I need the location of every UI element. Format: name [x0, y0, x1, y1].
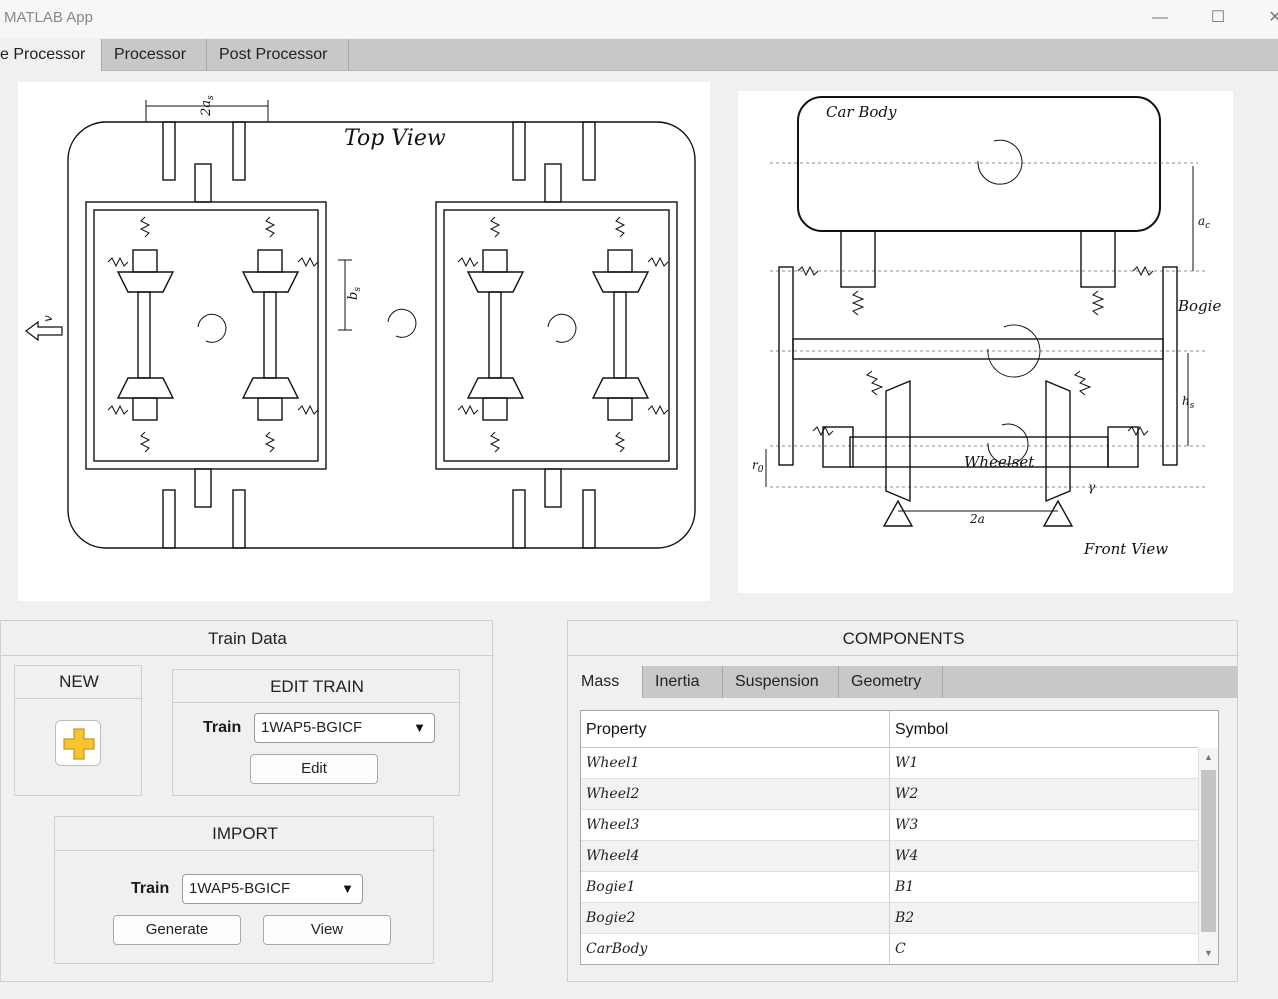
- tab-geometry[interactable]: Geometry: [839, 666, 943, 698]
- cell-property: Bogie2: [586, 910, 636, 926]
- dim-ac-label: ac: [1198, 214, 1210, 231]
- column-divider: [889, 748, 890, 779]
- divider: [173, 702, 461, 703]
- cell-symbol: C: [895, 941, 906, 957]
- dropdown-arrow-icon: ▼: [413, 720, 426, 735]
- generate-button[interactable]: Generate: [113, 915, 241, 945]
- table-header: Property Symbol: [581, 711, 1198, 748]
- column-divider: [889, 903, 890, 934]
- import-panel: IMPORT Train 1WAP5-BGICF ▼ Generate View: [54, 816, 435, 964]
- tab-suspension[interactable]: Suspension: [723, 666, 839, 698]
- bogie-label: Bogie: [1177, 297, 1221, 315]
- new-train-button[interactable]: [55, 720, 101, 766]
- plus-icon: [63, 728, 95, 760]
- dim-bs-label: bs: [346, 287, 363, 300]
- scroll-down-icon[interactable]: ▼: [1204, 948, 1213, 958]
- import-title: IMPORT: [212, 824, 278, 843]
- table-body: Wheel1 W1 Wheel2 W2 Wheel3 W3 Wheel4 W4 …: [581, 748, 1198, 964]
- cell-property: Wheel1: [586, 755, 640, 771]
- top-view-figure: Top View 2as bs v: [18, 82, 710, 601]
- components-table: Property Symbol Wheel1 W1 Wheel2 W2 Whee…: [580, 710, 1219, 965]
- edit-train-dropdown[interactable]: 1WAP5-BGICF ▼: [254, 713, 435, 743]
- minimize-icon[interactable]: —: [1147, 6, 1173, 30]
- maximize-icon[interactable]: ☐: [1205, 6, 1231, 30]
- divider: [55, 850, 435, 851]
- components-panel: COMPONENTS Mass Inertia Suspension Geome…: [567, 620, 1239, 982]
- column-divider: [889, 841, 890, 872]
- import-train-dropdown[interactable]: 1WAP5-BGICF ▼: [182, 874, 363, 904]
- table-scrollbar[interactable]: ▲ ▼: [1198, 748, 1218, 964]
- cell-property: Wheel2: [586, 786, 640, 802]
- gamma-label: γ: [1088, 480, 1096, 494]
- car-body-label: Car Body: [826, 103, 897, 121]
- title-bar: MATLAB App — ☐ ✕: [0, 0, 1278, 38]
- edit-button[interactable]: Edit: [250, 754, 378, 784]
- table-row[interactable]: Wheel4 W4: [581, 841, 1198, 872]
- import-train-label: Train: [131, 880, 170, 897]
- tab-inertia[interactable]: Inertia: [643, 666, 723, 698]
- tab-pre-processor[interactable]: e Processor: [0, 39, 102, 71]
- view-button[interactable]: View: [263, 915, 391, 945]
- table-row[interactable]: Bogie2 B2: [581, 903, 1198, 934]
- table-row[interactable]: Bogie1 B1: [581, 872, 1198, 903]
- cell-property: CarBody: [586, 941, 648, 957]
- tab-post-processor[interactable]: Post Processor: [207, 39, 349, 71]
- column-divider: [889, 711, 890, 748]
- dim-2as-label: 2as: [199, 95, 216, 117]
- column-divider: [889, 872, 890, 903]
- divider: [1, 655, 494, 656]
- cell-symbol: W3: [895, 817, 919, 833]
- cell-property: Wheel3: [586, 817, 640, 833]
- edit-train-title: EDIT TRAIN: [270, 677, 364, 696]
- dropdown-arrow-icon: ▼: [341, 881, 354, 896]
- column-divider: [889, 934, 890, 964]
- column-divider: [889, 810, 890, 841]
- cell-symbol: B1: [895, 879, 915, 895]
- edit-train-dropdown-value: 1WAP5-BGICF: [261, 719, 363, 736]
- column-divider: [889, 779, 890, 810]
- components-tab-bar: Mass Inertia Suspension Geometry: [569, 666, 1238, 698]
- dim-2a-label: 2a: [969, 512, 985, 526]
- scrollbar-thumb[interactable]: [1201, 770, 1216, 932]
- import-train-dropdown-value: 1WAP5-BGICF: [189, 880, 291, 897]
- new-panel: NEW: [14, 665, 143, 796]
- cell-symbol: W1: [895, 755, 919, 771]
- column-header-symbol[interactable]: Symbol: [895, 721, 948, 739]
- divider: [568, 655, 1239, 656]
- column-header-property[interactable]: Property: [586, 721, 646, 739]
- table-row[interactable]: Wheel1 W1: [581, 748, 1198, 779]
- front-view-title: Front View: [1083, 540, 1168, 558]
- table-row[interactable]: Wheel3 W3: [581, 810, 1198, 841]
- components-title: COMPONENTS: [842, 629, 965, 648]
- divider: [15, 698, 143, 699]
- train-data-panel: Train Data NEW EDIT TRAIN Train 1WAP5-BG…: [0, 620, 494, 982]
- tab-processor[interactable]: Processor: [102, 39, 207, 71]
- edit-train-label: Train: [203, 719, 242, 736]
- window-title: MATLAB App: [4, 9, 93, 26]
- scroll-up-icon[interactable]: ▲: [1204, 752, 1213, 762]
- new-title: NEW: [59, 672, 99, 691]
- top-view-title: Top View: [344, 126, 446, 151]
- tab-mass[interactable]: Mass: [569, 666, 643, 698]
- cell-symbol: W2: [895, 786, 919, 802]
- cell-property: Wheel4: [586, 848, 640, 864]
- front-view-diagram: Car Body Bogie Wheelset Front View 2a ac…: [752, 96, 1221, 558]
- top-view-diagram: Top View 2as bs v: [25, 95, 696, 549]
- wheelset-label: Wheelset: [964, 453, 1035, 471]
- velocity-label: v: [41, 315, 55, 322]
- dim-r0-label: r0: [752, 458, 764, 475]
- table-row[interactable]: CarBody C: [581, 934, 1198, 964]
- edit-train-panel: EDIT TRAIN Train 1WAP5-BGICF ▼ Edit: [172, 669, 461, 796]
- front-view-figure: Car Body Bogie Wheelset Front View 2a ac…: [738, 91, 1233, 593]
- main-tab-bar: e Processor Processor Post Processor: [0, 39, 1278, 71]
- close-icon[interactable]: ✕: [1262, 6, 1278, 30]
- cell-property: Bogie1: [586, 879, 636, 895]
- train-data-title: Train Data: [208, 629, 287, 648]
- table-row[interactable]: Wheel2 W2: [581, 779, 1198, 810]
- cell-symbol: W4: [895, 848, 919, 864]
- cell-symbol: B2: [895, 910, 915, 926]
